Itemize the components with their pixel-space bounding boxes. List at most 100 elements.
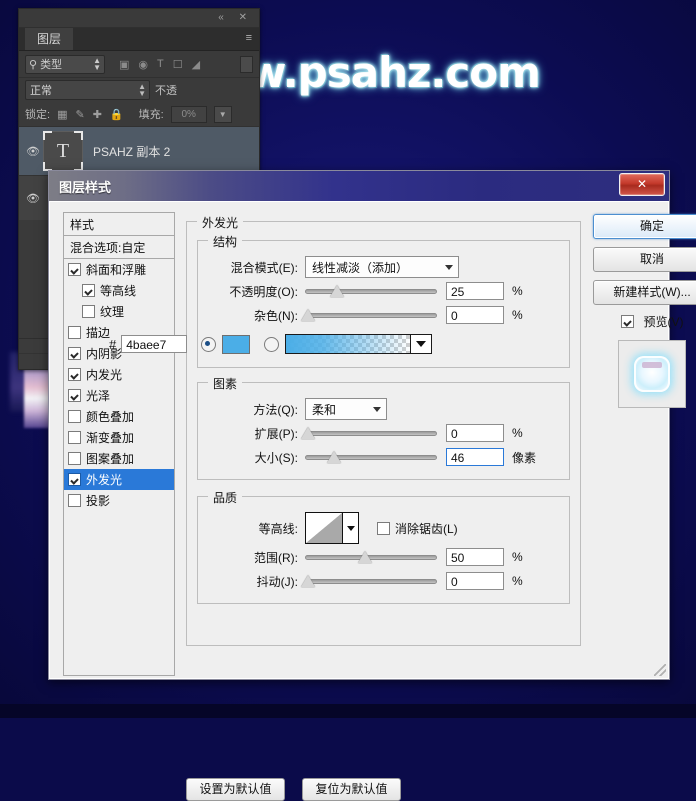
transparency-lock-icon[interactable]: ▦ bbox=[57, 108, 67, 121]
lock-icon-group[interactable]: ▦ ✎ ✚ 🔒 bbox=[57, 108, 124, 121]
filter-toggle-switch[interactable] bbox=[240, 55, 253, 73]
noise-slider[interactable] bbox=[301, 308, 437, 322]
effect-item-1[interactable]: 等高线 bbox=[64, 280, 174, 301]
range-label: 范围(R): bbox=[254, 550, 298, 565]
layer-thumbnail[interactable]: T bbox=[43, 131, 83, 171]
effect-label: 等高线 bbox=[100, 284, 137, 298]
layer-blend-mode-select[interactable]: 正常 ▲ ▼ bbox=[25, 80, 150, 100]
tab-layers[interactable]: 图层 bbox=[25, 28, 74, 50]
effect-label: 颜色叠加 bbox=[86, 410, 135, 424]
opacity-slider[interactable] bbox=[305, 284, 437, 298]
range-slider[interactable] bbox=[305, 550, 437, 564]
effect-label: 描边 bbox=[86, 326, 111, 340]
preview-checkbox[interactable] bbox=[620, 315, 634, 328]
size-slider-thumb[interactable] bbox=[327, 451, 341, 463]
color-swatch[interactable] bbox=[222, 334, 251, 354]
smartobject-filter-icon[interactable]: ◢ bbox=[192, 58, 200, 71]
contour-preview[interactable] bbox=[305, 512, 343, 544]
effect-item-5[interactable]: 内发光 bbox=[64, 364, 174, 385]
effect-checkbox[interactable] bbox=[68, 347, 81, 360]
effect-item-10[interactable]: 外发光 bbox=[64, 469, 174, 490]
effect-checkbox[interactable] bbox=[68, 326, 81, 339]
panel-menu-icon[interactable]: ≡ bbox=[246, 32, 252, 44]
preview-glyph bbox=[634, 356, 670, 392]
image-filter-icon[interactable]: ▣ bbox=[119, 58, 129, 71]
paint-lock-icon[interactable]: ✎ bbox=[75, 108, 84, 121]
jitter-slider[interactable] bbox=[301, 574, 437, 588]
gradient-preview[interactable] bbox=[285, 334, 412, 354]
antialias-checkbox[interactable] bbox=[377, 521, 390, 535]
layer-row-psahz-copy-2[interactable]: 👁 T PSAHZ 副本 2 bbox=[19, 126, 259, 175]
effect-item-8[interactable]: 渐变叠加 bbox=[64, 427, 174, 448]
range-input[interactable]: 50 bbox=[446, 548, 504, 566]
gradient-dropdown-arrow[interactable] bbox=[411, 334, 433, 354]
noise-input[interactable]: 0 bbox=[446, 306, 504, 324]
fill-dropdown-arrow[interactable]: ▼ bbox=[213, 105, 232, 123]
jitter-slider-thumb[interactable] bbox=[301, 575, 315, 587]
jitter-input[interactable]: 0 bbox=[446, 572, 504, 590]
effect-checkbox[interactable] bbox=[82, 305, 95, 318]
effects-list: 斜面和浮雕 等高线 纹理 描边 内阴影 内发光 光泽 颜色叠加 渐变叠加 图案叠加 外发光 投影 bbox=[63, 259, 175, 676]
new-style-button[interactable]: 新建样式(W)... bbox=[593, 280, 696, 305]
elements-legend: 图素 bbox=[208, 375, 243, 392]
size-slider[interactable] bbox=[305, 450, 437, 464]
filter-kind-select[interactable]: ⚲ 类型 ▲ ▼ bbox=[25, 54, 105, 74]
styles-header[interactable]: 样式 bbox=[63, 212, 175, 236]
effect-item-11[interactable]: 投影 bbox=[64, 490, 174, 511]
noise-slider-thumb[interactable] bbox=[301, 309, 315, 321]
effect-checkbox[interactable] bbox=[68, 263, 81, 276]
cancel-button[interactable]: 取消 bbox=[593, 247, 696, 272]
spread-slider-thumb[interactable] bbox=[301, 427, 315, 439]
all-lock-icon[interactable]: 🔒 bbox=[110, 108, 124, 121]
ok-button[interactable]: 确定 bbox=[593, 214, 696, 239]
effect-checkbox[interactable] bbox=[68, 410, 81, 423]
effect-checkbox[interactable] bbox=[82, 284, 95, 297]
adjustment-filter-icon[interactable]: ◉ bbox=[138, 58, 148, 71]
fill-value[interactable]: 0% bbox=[170, 105, 207, 123]
layer-opacity-label: 不透 bbox=[155, 85, 177, 97]
filter-type-icons[interactable]: ▣ ◉ T ☐ ◢ bbox=[119, 58, 200, 71]
solid-color-radio[interactable] bbox=[201, 336, 217, 352]
effect-item-7[interactable]: 颜色叠加 bbox=[64, 406, 174, 427]
panel-window-controls[interactable]: « ✕ bbox=[218, 12, 253, 23]
preview-label: 预览(V) bbox=[643, 315, 684, 329]
opacity-slider-thumb[interactable] bbox=[330, 285, 344, 297]
eye-icon[interactable]: 👁 bbox=[23, 192, 43, 205]
eye-icon[interactable]: 👁 bbox=[23, 145, 43, 158]
gradient-radio[interactable] bbox=[264, 336, 280, 352]
effect-item-0[interactable]: 斜面和浮雕 bbox=[64, 259, 174, 280]
effect-checkbox[interactable] bbox=[68, 473, 81, 486]
set-default-button[interactable]: 设置为默认值 bbox=[186, 778, 285, 801]
dialog-resize-handle[interactable] bbox=[654, 664, 666, 676]
effect-label: 光泽 bbox=[86, 389, 111, 403]
effect-checkbox[interactable] bbox=[68, 431, 81, 444]
spread-input[interactable]: 0 bbox=[446, 424, 504, 442]
opacity-row: 不透明度(O): 25 % bbox=[206, 279, 561, 303]
technique-select[interactable]: 柔和 bbox=[305, 398, 387, 420]
range-slider-thumb[interactable] bbox=[358, 551, 372, 563]
reset-default-button[interactable]: 复位为默认值 bbox=[302, 778, 401, 801]
hex-color-input[interactable]: 4baee7 bbox=[121, 335, 188, 353]
effect-item-9[interactable]: 图案叠加 bbox=[64, 448, 174, 469]
shape-filter-icon[interactable]: ☐ bbox=[173, 58, 183, 71]
effect-item-6[interactable]: 光泽 bbox=[64, 385, 174, 406]
size-input[interactable]: 46 bbox=[446, 448, 504, 466]
effect-checkbox[interactable] bbox=[68, 494, 81, 507]
close-icon[interactable]: ✕ bbox=[619, 173, 665, 196]
effect-label: 斜面和浮雕 bbox=[86, 263, 147, 277]
type-filter-icon[interactable]: T bbox=[157, 58, 164, 70]
layer-blend-row: 正常 ▲ ▼ 不透 bbox=[19, 78, 259, 102]
blending-options-item[interactable]: 混合选项:自定 bbox=[63, 236, 175, 259]
effect-checkbox[interactable] bbox=[68, 389, 81, 402]
dialog-titlebar[interactable]: 图层样式 ✕ bbox=[49, 171, 669, 202]
noise-unit: % bbox=[512, 308, 523, 322]
blend-mode-select[interactable]: 线性减淡（添加） bbox=[305, 256, 459, 278]
opacity-input[interactable]: 25 bbox=[446, 282, 504, 300]
contour-dropdown-arrow[interactable] bbox=[343, 512, 359, 544]
effect-checkbox[interactable] bbox=[68, 452, 81, 465]
move-lock-icon[interactable]: ✚ bbox=[93, 108, 102, 121]
effect-item-2[interactable]: 纹理 bbox=[64, 301, 174, 322]
effect-checkbox[interactable] bbox=[68, 368, 81, 381]
search-icon: ⚲ bbox=[29, 58, 38, 71]
spread-slider[interactable] bbox=[301, 426, 437, 440]
